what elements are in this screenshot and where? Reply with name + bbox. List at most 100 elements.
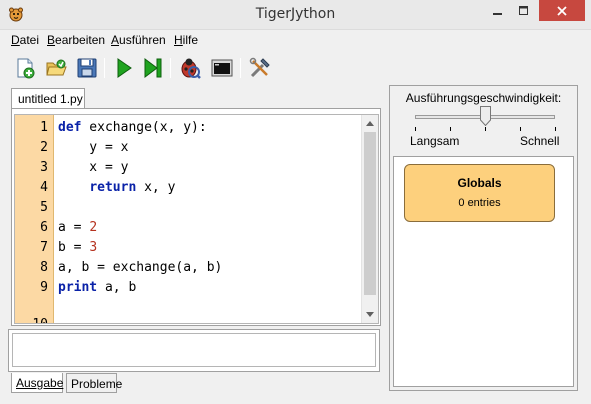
menu-bar: Datei Bearbeiten Ausführen Hilfe — [0, 30, 591, 50]
variables-view: Globals 0 entries — [393, 156, 574, 387]
editor-vertical-scrollbar[interactable] — [361, 115, 378, 323]
code-text: a, b — [97, 280, 137, 295]
code-line: def exchange(x, y): — [58, 120, 207, 135]
code-editor[interactable]: 1 2 3 4 5 6 7 8 9 10 def exchange(x, y):… — [14, 114, 379, 324]
menu-bearbeiten-mnemonic: B — [47, 33, 56, 47]
line-number: 1 — [40, 120, 48, 135]
code-text: x = y — [58, 160, 129, 175]
tab-ausgabe-label: Ausgabe — [16, 376, 64, 390]
slider-tick — [485, 127, 486, 131]
debugger-icon — [181, 58, 201, 79]
code-text: b = — [58, 240, 90, 255]
line-number: 6 — [40, 220, 48, 235]
globals-count: 0 entries — [458, 197, 501, 209]
line-number: 7 — [40, 240, 48, 255]
tools-button[interactable] — [248, 56, 272, 80]
code-line: return x, y — [58, 180, 175, 195]
toolbar-separator — [240, 58, 241, 78]
line-number-gutter: 1 2 3 4 5 6 7 8 9 10 — [15, 115, 54, 323]
save-button[interactable] — [75, 56, 99, 80]
output-panel — [8, 329, 380, 372]
code-keyword: return — [89, 180, 137, 195]
menu-ausfuehren-mnemonic: A — [111, 33, 120, 47]
open-file-icon — [46, 59, 67, 76]
console-icon — [211, 59, 233, 77]
menu-ausfuehren-label: usführen — [119, 33, 166, 47]
editor-tab-label: untitled 1.py — [18, 92, 83, 106]
slow-label: Langsam — [410, 134, 460, 148]
code-line: y = x — [58, 140, 128, 155]
line-number: 9 — [40, 280, 48, 295]
code-number: 3 — [89, 240, 98, 255]
close-button[interactable] — [539, 0, 585, 21]
code-number: 2 — [89, 220, 98, 235]
close-icon — [557, 5, 567, 16]
tab-probleme-label: Probleme — [71, 377, 123, 391]
menu-hilfe-mnemonic: H — [174, 33, 183, 47]
menu-bearbeiten-label: earbeiten — [55, 33, 106, 47]
slider-tick — [520, 127, 521, 131]
save-icon — [77, 58, 97, 78]
title-bar: TigerJython — [0, 0, 591, 30]
menu-datei-mnemonic: D — [11, 33, 20, 47]
new-file-icon — [17, 58, 35, 79]
globals-title: Globals — [457, 176, 502, 190]
toolbar — [0, 50, 591, 86]
toolbar-separator — [170, 58, 171, 78]
line-number: 3 — [40, 160, 48, 175]
line-number: 10 — [32, 317, 48, 323]
fast-label: Schnell — [520, 134, 560, 148]
line-number: 8 — [40, 260, 48, 275]
slider-tick — [450, 127, 451, 131]
new-file-button[interactable] — [13, 56, 37, 80]
step-icon — [144, 58, 162, 78]
maximize-button[interactable] — [511, 0, 537, 21]
code-text: x, y — [136, 180, 176, 195]
code-line: x = y — [58, 160, 128, 175]
line-number: 2 — [40, 140, 48, 155]
editor-panel: 1 2 3 4 5 6 7 8 9 10 def exchange(x, y):… — [11, 108, 381, 326]
slider-tick — [555, 127, 556, 131]
scrollbar-thumb[interactable] — [364, 132, 376, 295]
globals-box[interactable]: Globals 0 entries — [404, 164, 555, 222]
menu-hilfe[interactable]: Hilfe — [174, 33, 198, 47]
run-icon — [117, 58, 132, 78]
run-button[interactable] — [112, 56, 136, 80]
slider-tick — [415, 127, 416, 131]
speed-label: Ausführungsgeschwindigkeit: — [405, 91, 562, 105]
maximize-icon — [519, 5, 528, 15]
speed-slider-thumb[interactable] — [479, 106, 491, 126]
toolbar-separator — [104, 58, 105, 78]
console-button[interactable] — [210, 56, 234, 80]
editor-tab[interactable]: untitled 1.py — [11, 88, 85, 109]
code-line: a, b = exchange(a, b) — [58, 260, 222, 275]
debugger-button[interactable] — [178, 56, 202, 80]
tab-probleme[interactable]: Probleme — [66, 373, 122, 393]
code-text: a = — [58, 220, 90, 235]
menu-hilfe-label: ilfe — [182, 33, 199, 47]
code-line: b = 3 — [58, 240, 97, 255]
code-line: print a, b — [58, 280, 136, 295]
tab-ausgabe[interactable]: Ausgabe — [11, 373, 63, 393]
tools-icon — [249, 57, 270, 78]
code-text-area[interactable]: def exchange(x, y): y = x x = y return x… — [55, 115, 361, 323]
menu-ausfuehren[interactable]: Ausführen — [111, 33, 166, 47]
code-text: y = x — [58, 140, 129, 155]
minimize-icon — [492, 12, 502, 15]
output-console[interactable] — [12, 333, 376, 367]
open-file-button[interactable] — [44, 56, 68, 80]
scroll-up-icon[interactable] — [366, 121, 374, 126]
debug-panel: Ausführungsgeschwindigkeit: Langsam Schn… — [389, 85, 578, 391]
line-number: 4 — [40, 180, 48, 195]
step-button[interactable] — [141, 56, 165, 80]
code-keyword: print — [58, 280, 98, 295]
scroll-down-icon[interactable] — [366, 312, 374, 317]
code-keyword: def — [58, 120, 82, 135]
minimize-button[interactable] — [484, 0, 511, 21]
menu-datei[interactable]: Datei — [11, 33, 39, 47]
menu-bearbeiten[interactable]: Bearbeiten — [47, 33, 105, 47]
code-text: a, b = exchange(a, b) — [58, 260, 223, 275]
line-number: 5 — [40, 200, 48, 215]
code-line: a = 2 — [58, 220, 97, 235]
